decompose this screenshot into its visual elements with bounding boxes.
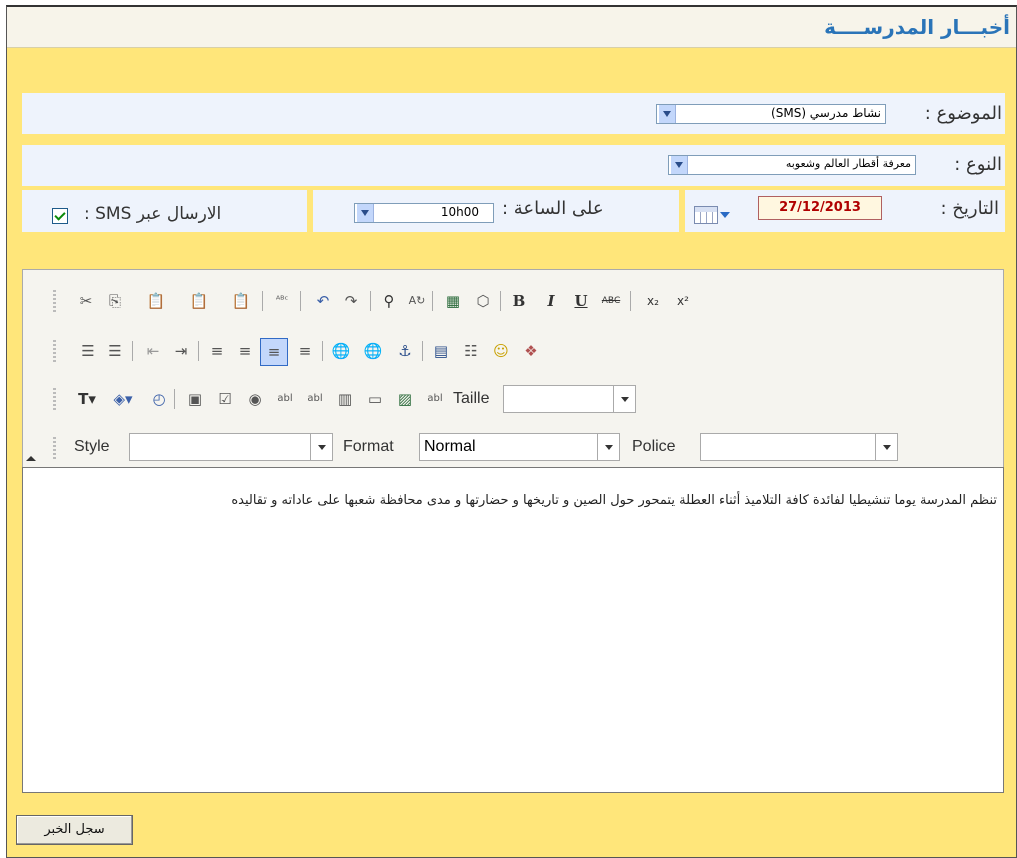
taille-label: Taille <box>453 390 490 407</box>
bullet-list-icon[interactable]: ☰ <box>104 340 126 362</box>
textarea-icon[interactable]: abl <box>304 388 326 410</box>
underline-icon[interactable]: U <box>570 290 592 312</box>
textfield-icon[interactable]: abl <box>274 388 296 410</box>
save-news-button[interactable]: سجل الخبر <box>16 815 133 845</box>
spellcheck-icon[interactable]: ᴬᴮᶜ <box>271 290 293 312</box>
police-label: Police <box>632 438 676 455</box>
align-left-icon[interactable]: ≡ <box>206 340 228 362</box>
outdent-icon[interactable]: ⇤ <box>142 340 164 362</box>
toolbar-grip <box>53 290 56 312</box>
redo-icon[interactable]: ↷ <box>340 290 362 312</box>
copy-icon[interactable]: ⎘ <box>104 290 126 312</box>
subscript-icon[interactable]: x₂ <box>642 290 664 312</box>
subject-label: الموضوع : <box>924 103 1002 124</box>
calendar-icon[interactable] <box>694 206 718 224</box>
format-label: Format <box>343 438 394 455</box>
sms-label: الارسال عبر SMS : <box>84 204 222 224</box>
paste-word-icon[interactable]: 📋 <box>230 290 252 312</box>
anchor-icon[interactable]: ⚓ <box>394 340 416 362</box>
chevron-down-icon[interactable] <box>613 386 635 412</box>
align-justify-icon[interactable]: ≡ <box>294 340 316 362</box>
horizontal-rule-icon[interactable]: ☷ <box>460 340 482 362</box>
chevron-down-icon[interactable] <box>597 434 619 460</box>
type-select[interactable]: معرفة أقطار العالم وشعوبه <box>668 155 916 175</box>
indent-icon[interactable]: ⇥ <box>170 340 192 362</box>
time-label: على الساعة : <box>502 198 604 219</box>
toolbar-grip <box>53 388 56 410</box>
style-select[interactable] <box>129 433 333 461</box>
toolbar-grip <box>53 437 56 459</box>
radio-field-icon[interactable]: ◉ <box>244 388 266 410</box>
text-color-icon[interactable]: T▾ <box>76 388 98 410</box>
strikethrough-icon[interactable]: ABC <box>600 290 622 312</box>
time-select[interactable]: 10h00 <box>354 203 494 223</box>
type-label: النوع : <box>954 154 1002 175</box>
special-char-icon[interactable]: ❖ <box>520 340 542 362</box>
checkbox-field-icon[interactable]: ☑ <box>214 388 236 410</box>
date-label: التاريخ : <box>940 198 999 219</box>
link-icon[interactable]: 🌐 <box>330 340 352 362</box>
numbered-list-icon[interactable]: ☰ <box>77 340 99 362</box>
unlink-icon[interactable]: 🌐 <box>362 340 384 362</box>
align-right-icon[interactable]: ≡ <box>260 338 288 366</box>
bold-icon[interactable]: B <box>508 290 530 312</box>
chevron-down-icon[interactable] <box>310 434 332 460</box>
superscript-icon[interactable]: x² <box>672 290 694 312</box>
image-button-icon[interactable]: ▨ <box>394 388 416 410</box>
format-select[interactable]: Normal <box>419 433 620 461</box>
eraser-icon[interactable]: ⬡ <box>472 290 494 312</box>
replace-icon[interactable]: A↻ <box>406 290 428 312</box>
chevron-down-icon[interactable] <box>875 434 897 460</box>
date-field[interactable]: 27/12/2013 <box>758 196 882 220</box>
smiley-icon[interactable]: ☺ <box>490 340 512 362</box>
toolbar-grip <box>53 340 56 362</box>
find-icon[interactable]: ⚲ <box>378 290 400 312</box>
page-title: أخبـــار المدرســــة <box>824 15 1010 39</box>
chevron-down-icon[interactable] <box>357 204 374 222</box>
italic-icon[interactable]: I <box>540 290 562 312</box>
style-label: Style <box>74 438 110 455</box>
editor-content-area[interactable]: تنظم المدرسة يوما تنشيطيا لفائدة كافة ال… <box>22 467 1004 793</box>
collapse-toolbar-icon[interactable] <box>26 456 36 461</box>
undo-icon[interactable]: ↶ <box>312 290 334 312</box>
police-select[interactable] <box>700 433 898 461</box>
subject-select[interactable]: نشاط مدرسي (SMS) <box>656 104 886 124</box>
paste-icon[interactable]: 📋 <box>145 290 167 312</box>
flash-icon[interactable]: ◴ <box>148 388 170 410</box>
chevron-down-icon[interactable] <box>671 156 688 174</box>
form-icon[interactable]: ▣ <box>184 388 206 410</box>
sms-checkbox[interactable] <box>52 208 68 224</box>
paste-text-icon[interactable]: 📋 <box>188 290 210 312</box>
select-field-icon[interactable]: ▥ <box>334 388 356 410</box>
align-center-icon[interactable]: ≡ <box>234 340 256 362</box>
table-icon[interactable]: ▤ <box>430 340 452 362</box>
button-field-icon[interactable]: ▭ <box>364 388 386 410</box>
chevron-down-icon[interactable] <box>659 105 676 123</box>
taille-select[interactable] <box>503 385 636 413</box>
cut-icon[interactable]: ✂ <box>75 290 97 312</box>
page-header: أخبـــار المدرســــة <box>7 7 1016 48</box>
background-color-icon[interactable]: ◈▾ <box>112 388 134 410</box>
hidden-field-icon[interactable]: abl <box>424 388 446 410</box>
calendar-dropdown-icon[interactable] <box>720 212 730 218</box>
select-all-icon[interactable]: ▦ <box>442 290 464 312</box>
